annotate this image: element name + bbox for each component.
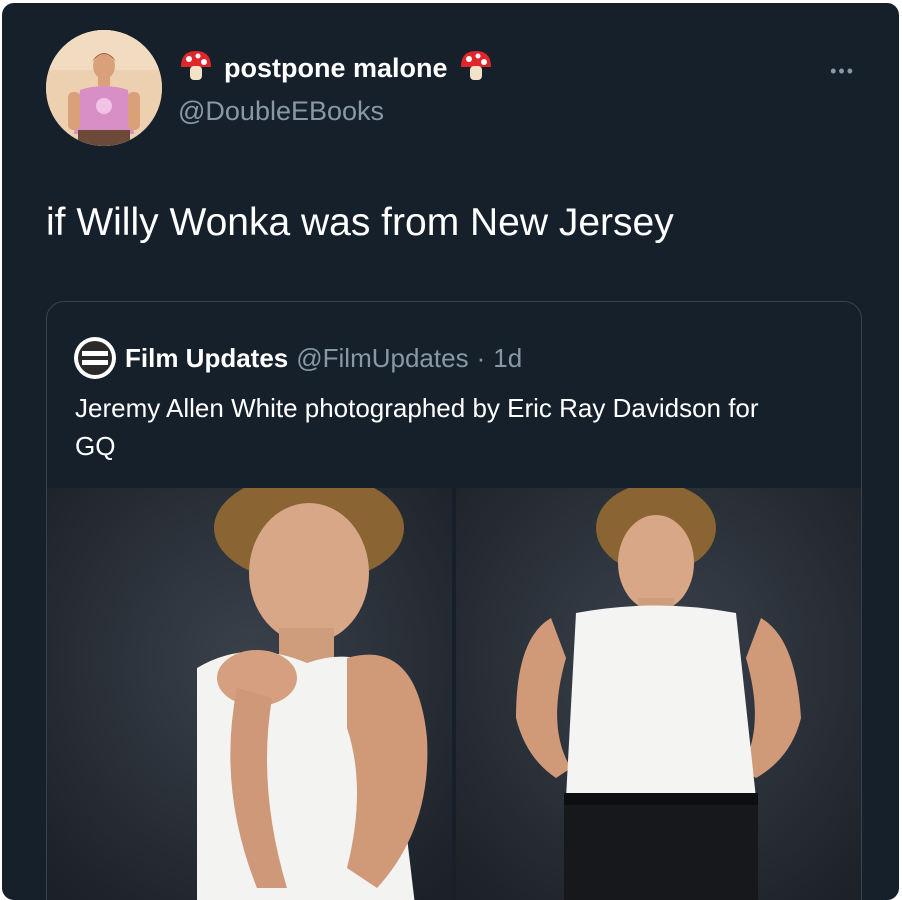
photo-right[interactable]: [456, 488, 861, 900]
film-updates-logo-icon: [73, 336, 117, 380]
mushroom-icon: [458, 49, 494, 88]
more-options-icon[interactable]: •••: [830, 61, 855, 82]
tweet-card[interactable]: postpone malone @DoubleEBooks ••• if Wil…: [2, 3, 899, 900]
quoted-tweet[interactable]: Film Updates @FilmUpdates · 1d Jeremy Al…: [46, 301, 862, 900]
author-name-row[interactable]: postpone malone: [178, 49, 494, 88]
photo-grid: [47, 488, 861, 900]
photo-left[interactable]: [47, 488, 452, 900]
quoted-handle[interactable]: @FilmUpdates: [296, 343, 468, 374]
tweet-text: if Willy Wonka was from New Jersey: [46, 201, 674, 244]
quoted-tweet-text: Jeremy Allen White photographed by Eric …: [75, 393, 759, 461]
quoted-timestamp[interactable]: 1d: [493, 343, 522, 374]
meta-separator: ·: [476, 342, 486, 373]
quoted-tweet-header: Film Updates @FilmUpdates · 1d: [73, 336, 522, 380]
avatar[interactable]: [46, 30, 162, 146]
handle[interactable]: @DoubleEBooks: [178, 96, 384, 127]
mushroom-icon: [178, 49, 214, 88]
quoted-display-name[interactable]: Film Updates: [125, 343, 288, 374]
display-name[interactable]: postpone malone: [224, 53, 448, 84]
